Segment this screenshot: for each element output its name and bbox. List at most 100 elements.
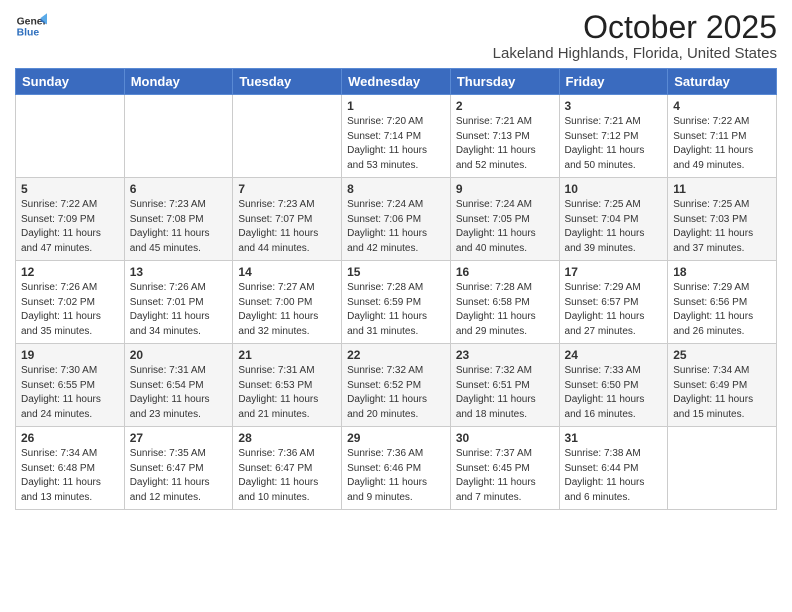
cell-w4-d4: 30Sunrise: 7:37 AM Sunset: 6:45 PM Dayli… (450, 427, 559, 510)
cell-info: Sunrise: 7:28 AM Sunset: 6:58 PM Dayligh… (456, 281, 554, 339)
cell-w4-d6 (668, 427, 777, 510)
cell-w1-d3: 8Sunrise: 7:24 AM Sunset: 7:06 PM Daylig… (342, 178, 451, 261)
day-number: 10 (565, 182, 663, 196)
cell-w4-d2: 28 Sunrise: 7:36 AM Sunset: 6:47 PM Dayli… (233, 427, 342, 510)
title-section: October 2025 Lakeland Highlands, Florida… (493, 10, 777, 62)
cell-info: Sunrise: 7:26 AM Sunset: 7:01 PM Dayligh… (130, 281, 228, 339)
th-sunday: Sunday (16, 69, 125, 95)
cell-info: Sunrise: 7:31 AM Sunset: 6:54 PM Dayligh… (130, 364, 228, 422)
cell-w3-d4: 23Sunrise: 7:32 AM Sunset: 6:51 PM Dayli… (450, 344, 559, 427)
day-number: 8 (347, 182, 445, 196)
day-number: 4 (673, 99, 771, 113)
day-number: 17 (565, 265, 663, 279)
cell-w1-d1: 6 Sunrise: 7:23 AM Sunset: 7:08 PM Daylig… (124, 178, 233, 261)
day-number: 6 (130, 182, 228, 196)
cell-w1-d5: 10 Sunrise: 7:25 AM Sunset: 7:04 PM Dayli… (559, 178, 668, 261)
cell-info: Sunrise: 7:25 AM Sunset: 7:03 PM Dayligh… (673, 198, 771, 256)
cell-info: Sunrise: 7:37 AM Sunset: 6:45 PM Dayligh… (456, 447, 554, 505)
week-row-4: 26 Sunrise: 7:34 AM Sunset: 6:48 PM Dayli… (16, 427, 777, 510)
cell-info: Sunrise: 7:22 AM Sunset: 7:09 PM Dayligh… (21, 198, 119, 256)
cell-info: Sunrise: 7:35 AM Sunset: 6:47 PM Dayligh… (130, 447, 228, 505)
cell-w2-d3: 15 Sunrise: 7:28 AM Sunset: 6:59 PM Dayli… (342, 261, 451, 344)
day-number: 14 (238, 265, 336, 279)
th-saturday: Saturday (668, 69, 777, 95)
cell-w2-d0: 12Sunrise: 7:26 AM Sunset: 7:02 PM Dayli… (16, 261, 125, 344)
cell-info: Sunrise: 7:23 AM Sunset: 7:07 PM Dayligh… (238, 198, 336, 256)
day-number: 25 (673, 348, 771, 362)
day-number: 20 (130, 348, 228, 362)
cell-w4-d3: 29Sunrise: 7:36 AM Sunset: 6:46 PM Dayli… (342, 427, 451, 510)
cell-info: Sunrise: 7:21 AM Sunset: 7:12 PM Dayligh… (565, 115, 663, 173)
cell-w0-d5: 3Sunrise: 7:21 AM Sunset: 7:12 PM Daylig… (559, 95, 668, 178)
day-number: 21 (238, 348, 336, 362)
cell-info: Sunrise: 7:30 AM Sunset: 6:55 PM Dayligh… (21, 364, 119, 422)
day-number: 9 (456, 182, 554, 196)
day-number: 12 (21, 265, 119, 279)
cell-info: Sunrise: 7:32 AM Sunset: 6:52 PM Dayligh… (347, 364, 445, 422)
cell-info: Sunrise: 7:29 AM Sunset: 6:56 PM Dayligh… (673, 281, 771, 339)
cell-w1-d0: 5 Sunrise: 7:22 AM Sunset: 7:09 PM Daylig… (16, 178, 125, 261)
cell-info: Sunrise: 7:27 AM Sunset: 7:00 PM Dayligh… (238, 281, 336, 339)
cell-w3-d0: 19 Sunrise: 7:30 AM Sunset: 6:55 PM Dayli… (16, 344, 125, 427)
th-friday: Friday (559, 69, 668, 95)
cell-info: Sunrise: 7:34 AM Sunset: 6:48 PM Dayligh… (21, 447, 119, 505)
calendar-table: Sunday Monday Tuesday Wednesday Thursday… (15, 68, 777, 510)
day-number: 2 (456, 99, 554, 113)
cell-w3-d5: 24Sunrise: 7:33 AM Sunset: 6:50 PM Dayli… (559, 344, 668, 427)
cell-info: Sunrise: 7:29 AM Sunset: 6:57 PM Dayligh… (565, 281, 663, 339)
cell-info: Sunrise: 7:24 AM Sunset: 7:05 PM Dayligh… (456, 198, 554, 256)
page: General Blue October 2025 Lakeland Highl… (0, 0, 792, 612)
cell-info: Sunrise: 7:28 AM Sunset: 6:59 PM Dayligh… (347, 281, 445, 339)
week-row-0: 1 Sunrise: 7:20 AM Sunset: 7:14 PM Daylig… (16, 95, 777, 178)
cell-w4-d1: 27Sunrise: 7:35 AM Sunset: 6:47 PM Dayli… (124, 427, 233, 510)
day-number: 19 (21, 348, 119, 362)
cell-w0-d1 (124, 95, 233, 178)
logo-icon: General Blue (15, 10, 47, 42)
cell-w0-d4: 2 Sunrise: 7:21 AM Sunset: 7:13 PM Daylig… (450, 95, 559, 178)
cell-w4-d0: 26 Sunrise: 7:34 AM Sunset: 6:48 PM Dayli… (16, 427, 125, 510)
cell-w0-d3: 1 Sunrise: 7:20 AM Sunset: 7:14 PM Daylig… (342, 95, 451, 178)
cell-info: Sunrise: 7:22 AM Sunset: 7:11 PM Dayligh… (673, 115, 771, 173)
cell-w2-d1: 13 Sunrise: 7:26 AM Sunset: 7:01 PM Dayli… (124, 261, 233, 344)
cell-info: Sunrise: 7:31 AM Sunset: 6:53 PM Dayligh… (238, 364, 336, 422)
cell-info: Sunrise: 7:23 AM Sunset: 7:08 PM Dayligh… (130, 198, 228, 256)
day-number: 23 (456, 348, 554, 362)
cell-w2-d6: 18 Sunrise: 7:29 AM Sunset: 6:56 PM Dayli… (668, 261, 777, 344)
day-number: 11 (673, 182, 771, 196)
svg-text:Blue: Blue (17, 28, 40, 39)
day-number: 31 (565, 431, 663, 445)
cell-info: Sunrise: 7:36 AM Sunset: 6:47 PM Dayligh… (238, 447, 336, 505)
day-number: 28 (238, 431, 336, 445)
cell-w2-d5: 17 Sunrise: 7:29 AM Sunset: 6:57 PM Dayli… (559, 261, 668, 344)
cell-w3-d2: 21 Sunrise: 7:31 AM Sunset: 6:53 PM Dayli… (233, 344, 342, 427)
month-title: October 2025 (493, 10, 777, 45)
day-number: 1 (347, 99, 445, 113)
cell-w0-d6: 4 Sunrise: 7:22 AM Sunset: 7:11 PM Daylig… (668, 95, 777, 178)
day-number: 5 (21, 182, 119, 196)
cell-w3-d6: 25 Sunrise: 7:34 AM Sunset: 6:49 PM Dayli… (668, 344, 777, 427)
th-monday: Monday (124, 69, 233, 95)
header-row: Sunday Monday Tuesday Wednesday Thursday… (16, 69, 777, 95)
cell-w1-d4: 9 Sunrise: 7:24 AM Sunset: 7:05 PM Daylig… (450, 178, 559, 261)
cell-info: Sunrise: 7:34 AM Sunset: 6:49 PM Dayligh… (673, 364, 771, 422)
day-number: 15 (347, 265, 445, 279)
day-number: 26 (21, 431, 119, 445)
day-number: 16 (456, 265, 554, 279)
th-tuesday: Tuesday (233, 69, 342, 95)
cell-info: Sunrise: 7:25 AM Sunset: 7:04 PM Dayligh… (565, 198, 663, 256)
cell-w4-d5: 31 Sunrise: 7:38 AM Sunset: 6:44 PM Dayli… (559, 427, 668, 510)
cell-info: Sunrise: 7:20 AM Sunset: 7:14 PM Dayligh… (347, 115, 445, 173)
week-row-3: 19 Sunrise: 7:30 AM Sunset: 6:55 PM Dayli… (16, 344, 777, 427)
day-number: 13 (130, 265, 228, 279)
header: General Blue October 2025 Lakeland Highl… (15, 10, 777, 62)
logo: General Blue (15, 10, 47, 42)
cell-info: Sunrise: 7:21 AM Sunset: 7:13 PM Dayligh… (456, 115, 554, 173)
cell-w0-d0 (16, 95, 125, 178)
cell-info: Sunrise: 7:38 AM Sunset: 6:44 PM Dayligh… (565, 447, 663, 505)
day-number: 22 (347, 348, 445, 362)
day-number: 7 (238, 182, 336, 196)
day-number: 18 (673, 265, 771, 279)
day-number: 29 (347, 431, 445, 445)
cell-w2-d4: 16 Sunrise: 7:28 AM Sunset: 6:58 PM Dayli… (450, 261, 559, 344)
cell-w0-d2 (233, 95, 342, 178)
